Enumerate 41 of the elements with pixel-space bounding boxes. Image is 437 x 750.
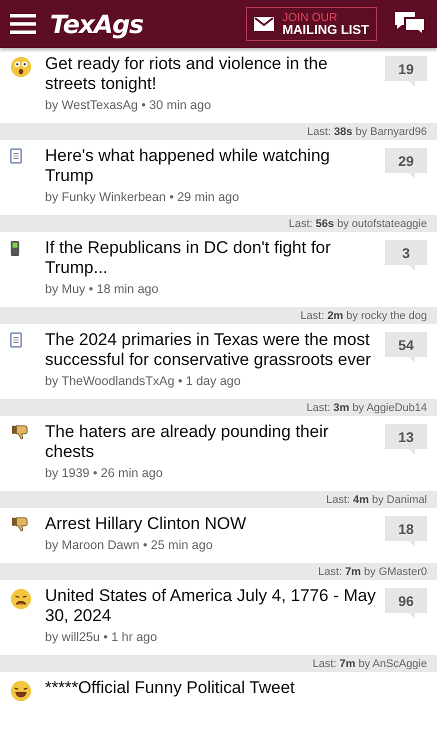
last-post-info: Last: 7m by AnScAggie xyxy=(312,658,427,670)
thread-title[interactable]: The 2024 primaries in Texas were the most successful for conservative grassroots ever xyxy=(45,330,381,370)
thread-title[interactable]: Get ready for riots and violence in the streets tonight! xyxy=(45,54,381,94)
notepad-icon xyxy=(10,148,22,164)
shocked-face-icon xyxy=(10,56,32,78)
mailing-list-button[interactable]: JOIN OUR MAILING LIST xyxy=(246,7,377,41)
reply-count: 29 xyxy=(385,148,427,179)
phone-icon xyxy=(10,240,20,257)
thread-title[interactable]: Arrest Hillary Clinton NOW xyxy=(45,514,381,534)
last-post-info: Last: 4m by Danimal xyxy=(326,494,427,506)
laughing-face-icon xyxy=(10,680,32,702)
thread-meta: by WestTexasAg • 30 min ago xyxy=(45,98,212,112)
notepad-icon xyxy=(10,332,22,348)
thread-meta: by 1939 • 26 min ago xyxy=(45,466,164,480)
thread-meta: by will25u • 1 hr ago xyxy=(45,630,158,644)
last-post-info: Last: 2m by rocky the dog xyxy=(300,310,427,322)
thread-title[interactable]: *****Official Funny Political Tweet xyxy=(45,678,381,698)
thread-meta: by Muy • 18 min ago xyxy=(45,282,160,296)
thread-meta: by Maroon Dawn • 25 min ago xyxy=(45,538,214,552)
reply-count: 13 xyxy=(385,424,427,455)
thumbs-down-icon xyxy=(10,516,30,532)
thread-meta: by Funky Winkerbean • 29 min ago xyxy=(45,190,240,204)
thumbs-down-icon xyxy=(10,424,30,440)
logo[interactable]: TexAgs xyxy=(50,10,144,38)
reply-count: 54 xyxy=(385,332,427,363)
last-post-info: Last: 3m by AggieDub14 xyxy=(306,402,427,414)
last-post-info: Last: 7m by GMaster0 xyxy=(318,566,427,578)
reply-count: 19 xyxy=(385,56,427,87)
envelope-icon xyxy=(254,17,274,31)
sad-face-icon xyxy=(10,588,32,610)
thread-meta: by TheWoodlandsTxAg • 1 day ago xyxy=(45,374,242,388)
last-post-info: Last: 38s by Barnyard96 xyxy=(307,126,427,138)
thread-title[interactable]: If the Republicans in DC don't fight for Trump... xyxy=(45,238,381,278)
menu-icon[interactable] xyxy=(10,14,36,34)
thread-title[interactable]: The haters are already pounding their chests xyxy=(45,422,381,462)
last-post-info: Last: 56s by outofstateaggie xyxy=(288,218,427,230)
thread-title[interactable]: United States of America July 4, 1776 - May 30, 2024 xyxy=(45,586,381,626)
reply-count: 96 xyxy=(385,588,427,619)
reply-count: 3 xyxy=(385,240,427,271)
reply-count: 18 xyxy=(385,516,427,547)
thread-title[interactable]: Here's what happened while watching Trump xyxy=(45,146,381,186)
